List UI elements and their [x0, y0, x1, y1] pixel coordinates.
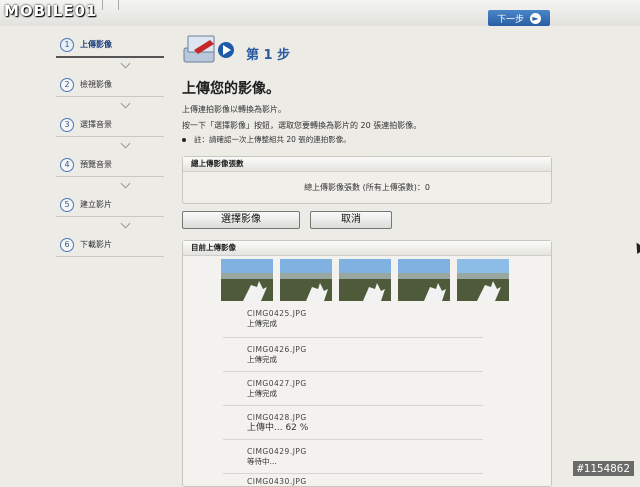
file-name: CIMG0429.JPG	[247, 447, 307, 456]
mouse-cursor-icon	[632, 240, 640, 254]
step-number-badge: 2	[60, 78, 74, 92]
arrow-right-icon: ►	[530, 12, 541, 24]
sidebar-item-label: 下載影片	[80, 240, 112, 249]
sidebar-item-preview-soundscape[interactable]: 4 預覽音景	[52, 150, 170, 190]
watermark-photo-id: #1154862	[573, 461, 634, 476]
divider	[56, 256, 164, 257]
tab-divider	[118, 0, 119, 10]
steps-sidebar: 1 上傳影像 2 檢視影像 3 選擇音景 4 預覽音景 5 建立影片 6 下載影…	[52, 30, 170, 270]
upload-status: 上傳完成	[247, 389, 277, 398]
upload-count-text: 總上傳影像張數 (所有上傳張數)：0	[304, 183, 430, 192]
step-number-badge: 5	[60, 198, 74, 212]
image-thumbnail[interactable]	[280, 259, 332, 301]
sidebar-item-label: 檢視影像	[80, 80, 112, 89]
instruction-text: 上傳連拍影像以轉換為影片。	[182, 105, 286, 114]
page-title: 上傳您的影像。	[182, 81, 280, 97]
tab-divider	[102, 0, 103, 10]
sidebar-item-download-video[interactable]: 6 下載影片	[52, 230, 170, 270]
chevron-down-icon	[120, 98, 131, 109]
select-images-button[interactable]: 選擇影像	[182, 211, 300, 229]
panel-header: 目前上傳影像	[183, 241, 551, 256]
upload-file-item: CIMG0426.JPG 上傳完成	[247, 345, 307, 365]
instruction-text: 按一下「選擇影像」按鈕，選取您要轉換為影片的 20 張連拍影像。	[182, 121, 422, 130]
file-name: CIMG0428.JPG	[247, 413, 307, 422]
chevron-down-icon	[120, 138, 131, 149]
cancel-button[interactable]: 取消	[310, 211, 392, 229]
upload-computer-icon	[183, 35, 234, 63]
upload-file-item: CIMG0430.JPG	[247, 477, 307, 487]
step-title: 第 1 步	[246, 48, 291, 63]
sidebar-item-choose-soundscape[interactable]: 3 選擇音景	[52, 110, 170, 150]
divider	[223, 337, 483, 338]
sidebar-item-label: 上傳影像	[80, 40, 112, 49]
step-number-badge: 4	[60, 158, 74, 172]
file-name: CIMG0425.JPG	[247, 309, 307, 318]
divider	[223, 439, 483, 440]
sidebar-item-label: 建立影片	[80, 200, 112, 209]
image-thumbnail[interactable]	[398, 259, 450, 301]
upload-file-item: CIMG0428.JPG 上傳中... 62 %	[247, 413, 308, 433]
sidebar-item-create-video[interactable]: 5 建立影片	[52, 190, 170, 230]
upload-status: 上傳完成	[247, 319, 277, 328]
upload-status: 上傳中... 62 %	[247, 423, 309, 433]
image-thumbnail[interactable]	[221, 259, 273, 301]
upload-status: 上傳完成	[247, 355, 277, 364]
divider	[56, 136, 164, 137]
upload-count-panel: 總上傳影像張數 總上傳影像張數 (所有上傳張數)：0	[182, 156, 552, 204]
chevron-down-icon	[120, 218, 131, 229]
thumbnail-strip	[221, 259, 509, 301]
sidebar-item-review[interactable]: 2 檢視影像	[52, 70, 170, 110]
upload-file-item: CIMG0429.JPG 等待中...	[247, 447, 307, 467]
step-number-badge: 6	[60, 238, 74, 252]
chevron-down-icon	[120, 178, 131, 189]
note-text: 註：請確認一次上傳整組共 20 張的連拍影像。	[182, 134, 351, 145]
upload-file-item: CIMG0427.JPG 上傳完成	[247, 379, 307, 399]
bullet-icon	[182, 138, 186, 142]
sidebar-item-label: 選擇音景	[80, 120, 112, 129]
note-label: 註：請確認一次上傳整組共 20 張的連拍影像。	[194, 135, 351, 144]
next-button-label: 下一步	[496, 14, 524, 25]
panel-header: 總上傳影像張數	[183, 157, 551, 172]
file-name: CIMG0430.JPG	[247, 477, 307, 486]
next-step-button[interactable]: 下一步 ►	[488, 10, 550, 26]
chevron-down-icon	[120, 58, 131, 69]
divider	[223, 371, 483, 372]
divider	[56, 176, 164, 177]
sidebar-item-label: 預覽音景	[80, 160, 112, 169]
divider	[56, 56, 164, 58]
divider	[56, 216, 164, 217]
divider	[223, 473, 483, 474]
divider	[223, 405, 483, 406]
watermark-logo: MOBILE01	[4, 2, 98, 20]
sidebar-item-upload[interactable]: 1 上傳影像	[52, 30, 170, 70]
file-name: CIMG0426.JPG	[247, 345, 307, 354]
upload-status: 等待中...	[247, 457, 277, 466]
divider	[56, 96, 164, 97]
step-number-badge: 3	[60, 118, 74, 132]
upload-file-item: CIMG0425.JPG 上傳完成	[247, 309, 307, 329]
current-uploads-panel: 目前上傳影像 CIMG0425.JPG 上傳完成 CIMG0426.JPG 上傳…	[182, 240, 552, 487]
image-thumbnail[interactable]	[339, 259, 391, 301]
image-thumbnail[interactable]	[457, 259, 509, 301]
file-name: CIMG0427.JPG	[247, 379, 307, 388]
step-number-badge: 1	[60, 38, 74, 52]
